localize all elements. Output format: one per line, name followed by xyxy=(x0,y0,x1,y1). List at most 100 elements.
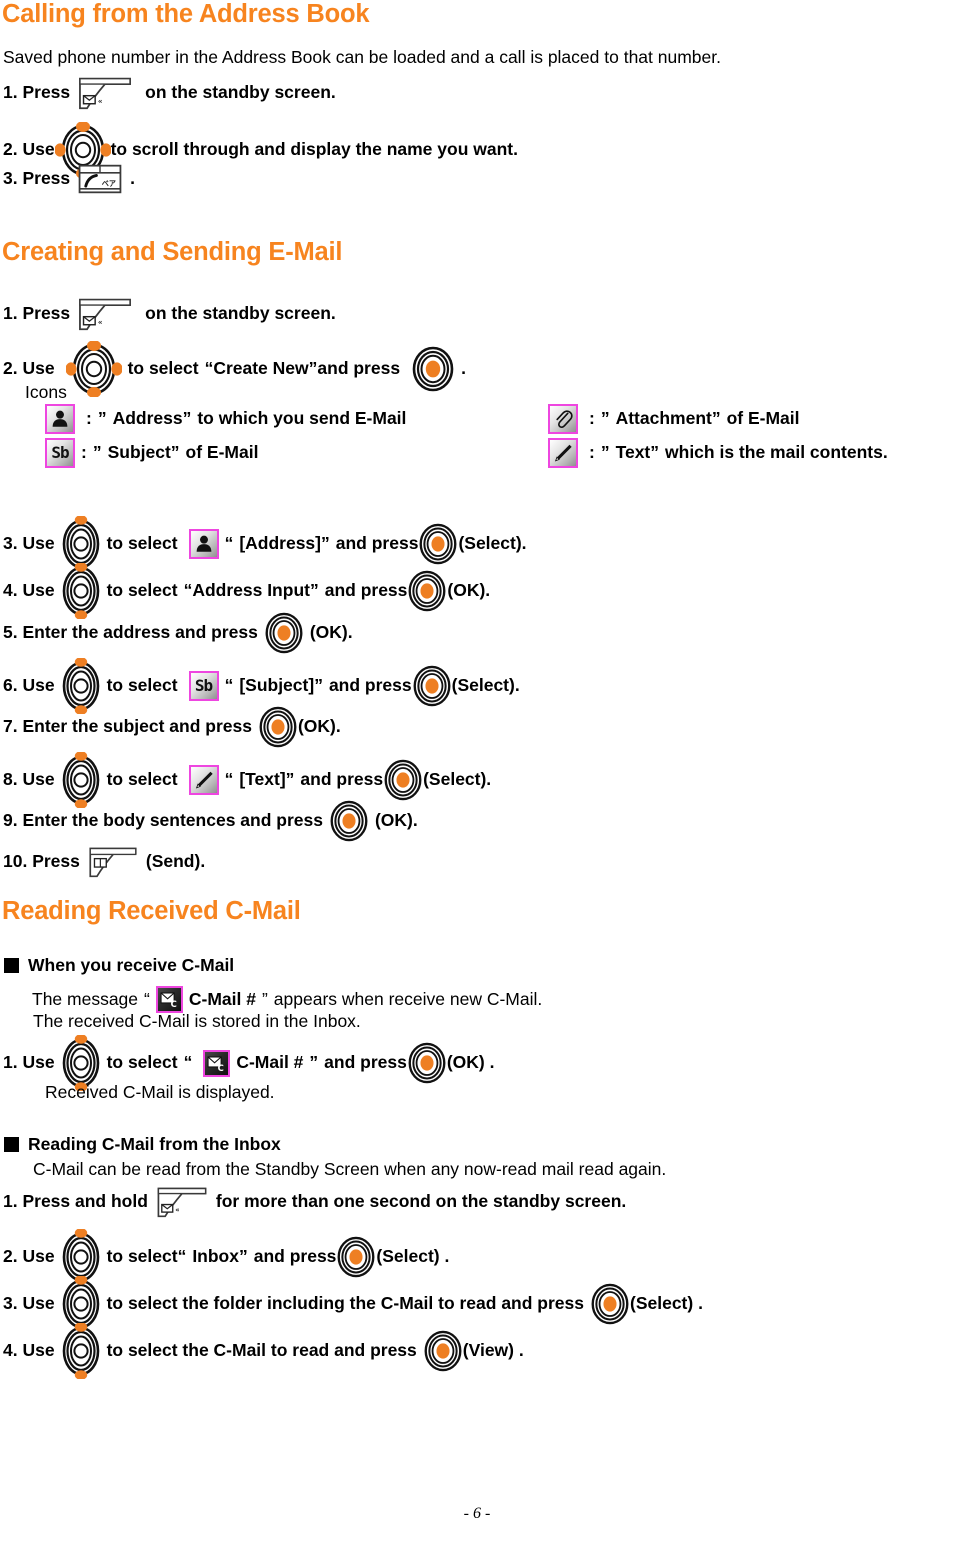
cmail-block1-step-1-label: C-Mail # xyxy=(236,1052,304,1073)
email-step-2-tail: . xyxy=(461,358,466,379)
email-step-2-mid: to select xyxy=(127,358,199,379)
calling-step-3: 3. Press . xyxy=(3,163,135,195)
page-title-calling: Calling from the Address Book xyxy=(2,0,370,28)
icon-legend-address: : ” Address ” to which you send E-Mail xyxy=(45,404,406,434)
email-softkey-icon xyxy=(154,1186,210,1218)
open-quote: ” xyxy=(600,442,610,463)
email-step-8-tail: (Select). xyxy=(423,769,492,790)
email-step-2-quoted: Create New xyxy=(213,358,309,379)
subject-sb-icon: Sb xyxy=(188,671,219,701)
open-quote: “ xyxy=(224,769,234,790)
email-softkey-icon xyxy=(76,297,134,331)
email-step-10: 10. Press (Send). xyxy=(3,846,205,878)
svg-text:C: C xyxy=(171,999,177,1009)
calling-step-2-lead: 2. Use xyxy=(3,139,55,160)
close-quote: ” xyxy=(170,442,180,463)
close-quote: ” xyxy=(309,1052,319,1073)
icon-legend-address-sep: : xyxy=(86,408,92,429)
open-quote: “ xyxy=(183,1052,193,1073)
icon-legend-subject-sep: : xyxy=(81,442,87,463)
open-quote: “ xyxy=(144,988,150,1009)
email-step-3-lead: 3. Use xyxy=(3,533,55,554)
open-quote: “ xyxy=(183,580,193,601)
calling-step-1-tail: on the standby screen. xyxy=(145,82,336,103)
nav-key-icon xyxy=(55,1323,107,1379)
email-step-4-lead: 4. Use xyxy=(3,580,55,601)
email-step-3-tail: (Select). xyxy=(458,533,527,554)
cmail-block2-step-1-lead: 1. Press and hold xyxy=(3,1191,148,1212)
cmail-block2-intro: C-Mail can be read from the Standby Scre… xyxy=(33,1159,667,1179)
cmail-block1-heading: When you receive C-Mail xyxy=(28,955,235,975)
close-quote: ” xyxy=(182,408,192,429)
icon-legend-text-text: which is the mail contents. xyxy=(665,442,888,463)
center-key-icon xyxy=(411,345,455,393)
email-step-6-tail: (Select). xyxy=(451,675,520,696)
email-step-1: 1. Press on the standby screen. xyxy=(3,297,336,331)
email-step-7: 7. Enter the subject and press (OK). xyxy=(3,705,341,749)
cmail-message-post: appears when receive new C-Mail. xyxy=(273,988,543,1009)
text-pencil-icon xyxy=(548,438,578,468)
email-softkey-icon xyxy=(76,76,134,110)
cmail-block2-heading: Reading C-Mail from the Inbox xyxy=(28,1134,281,1154)
open-quote: ” xyxy=(97,408,107,429)
email-step-4-mid: to select xyxy=(106,580,178,601)
open-quote: ” xyxy=(92,442,102,463)
cmail-block2-step-1-tail: for more than one second on the standby … xyxy=(215,1191,627,1212)
subject-sb-icon-text: Sb xyxy=(194,676,213,696)
icon-legend-attachment-text: of E-Mail xyxy=(726,408,800,429)
icon-legend-attachment: : ” Attachment ” of E-Mail xyxy=(548,404,800,434)
center-key-icon xyxy=(407,569,447,613)
icons-legend-label: Icons xyxy=(25,382,67,402)
email-step-10-tail: (Send). xyxy=(145,851,206,872)
email-step-3-bracket: [Address] xyxy=(239,533,321,554)
cmail-message-pre: The message xyxy=(32,988,139,1009)
close-quote: ” xyxy=(285,769,295,790)
calling-step-1: 1. Press on the standby screen. xyxy=(3,76,336,110)
email-step-6-mid: to select xyxy=(106,675,178,696)
email-step-2: 2. Use to select “ Create New ” and pres… xyxy=(3,341,466,397)
center-key-icon xyxy=(407,1041,447,1085)
page-title-email: Creating and Sending E-Mail xyxy=(2,238,343,266)
open-quote: “ xyxy=(224,675,234,696)
email-step-8-bracket: [Text] xyxy=(239,769,286,790)
call-key-icon xyxy=(76,163,124,195)
close-quote: ” xyxy=(261,988,268,1009)
svg-text:C: C xyxy=(218,1063,224,1073)
icon-legend-subject: Sb : ” Subject ” of E-Mail xyxy=(45,438,258,468)
cmail-block2-step-2-mid2: and press xyxy=(253,1246,337,1267)
cmail-message-line: The message “ C C-Mail # ” appears when … xyxy=(32,986,542,1013)
address-person-icon xyxy=(45,404,75,434)
open-quote: “ xyxy=(204,358,214,379)
email-step-8-lead: 8. Use xyxy=(3,769,55,790)
email-step-9-lead: 9. Enter the body sentences and press xyxy=(3,810,323,831)
page-number-footer: - 6 - xyxy=(463,1505,491,1522)
email-step-4-mid2: and press xyxy=(324,580,408,601)
cmail-envelope-icon: C xyxy=(203,1049,231,1077)
email-step-5-lead: 5. Enter the address and press xyxy=(3,622,258,643)
calling-step-3-lead: 3. Press xyxy=(3,168,71,189)
open-quote: ” xyxy=(600,408,610,429)
center-key-icon xyxy=(264,611,304,655)
calling-step-3-tail: . xyxy=(130,168,136,189)
cmail-block2-step-3-mid: to select the folder including the C-Mai… xyxy=(106,1293,584,1314)
center-key-icon xyxy=(590,1282,630,1326)
center-key-icon xyxy=(412,664,452,708)
cmail-block2-heading-row: Reading C-Mail from the Inbox xyxy=(4,1134,281,1155)
icon-legend-text-quoted: Text xyxy=(615,442,651,463)
cmail-block2-step-4-tail: (View) . xyxy=(462,1340,524,1361)
attachment-paperclip-icon xyxy=(548,404,578,434)
cmail-block2-step-2-quoted: Inbox xyxy=(192,1246,239,1267)
close-quote: ” xyxy=(711,408,721,429)
calling-intro: Saved phone number in the Address Book c… xyxy=(3,47,721,67)
email-step-3-mid: to select xyxy=(106,533,178,554)
icon-legend-address-text: to which you send E-Mail xyxy=(197,408,407,429)
cmail-block2-step-1: 1. Press and hold for more than one seco… xyxy=(3,1186,626,1218)
cmail-displayed-note: Received C-Mail is displayed. xyxy=(45,1082,275,1102)
center-key-icon xyxy=(258,705,298,749)
square-bullet-icon xyxy=(4,958,19,973)
center-key-icon xyxy=(336,1235,376,1279)
cmail-block2-step-3-lead: 3. Use xyxy=(3,1293,55,1314)
email-step-1-lead: 1. Press xyxy=(3,303,71,324)
cmail-block2-step-2-mid: to select xyxy=(106,1246,178,1267)
cmail-block1-step-1-mid: to select xyxy=(106,1052,178,1073)
